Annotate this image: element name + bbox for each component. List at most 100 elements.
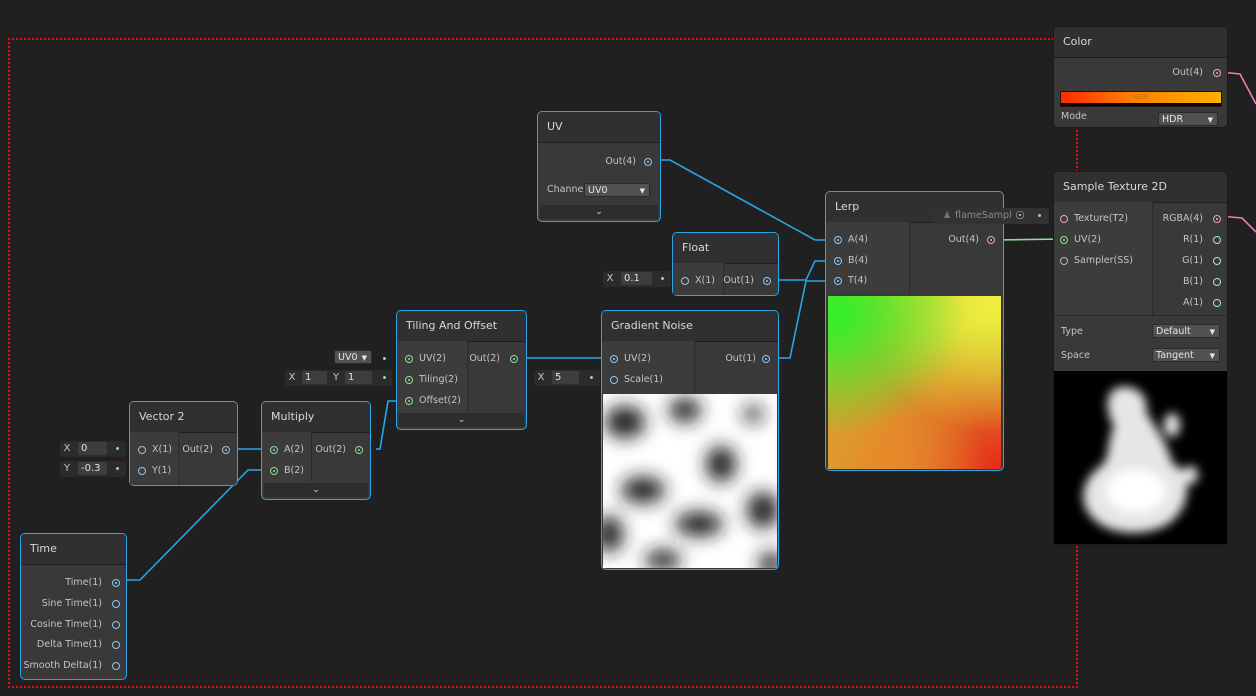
g-output-port[interactable] bbox=[1213, 257, 1221, 265]
noise-scale-field[interactable]: X 5 bbox=[534, 370, 600, 386]
lerp-t-port[interactable] bbox=[834, 277, 842, 285]
texture-input-port[interactable] bbox=[1060, 215, 1068, 223]
sine-time-port[interactable] bbox=[112, 600, 120, 608]
noise-output-label: Out(1) bbox=[725, 353, 756, 364]
chevron-down-icon[interactable]: ⌄ bbox=[399, 413, 524, 427]
tiling-offset-node[interactable]: Tiling And Offset UV(2) Tiling(2) Offset… bbox=[396, 310, 527, 430]
dropdown-arrow-icon: ▼ bbox=[1209, 352, 1215, 360]
tiling-uv-dropdown[interactable]: UV0 ▼ bbox=[334, 350, 372, 364]
noise-output-port[interactable] bbox=[762, 355, 770, 363]
tiling-offset-port[interactable] bbox=[405, 397, 413, 405]
smooth-delta-port[interactable] bbox=[112, 662, 120, 670]
float-x-field[interactable]: X 0.1 bbox=[603, 271, 671, 287]
y-label: Y bbox=[63, 463, 71, 474]
multiply-output-port[interactable] bbox=[355, 446, 363, 454]
vector2-output-port[interactable] bbox=[222, 446, 230, 454]
tiling-output-label: Out(2) bbox=[469, 353, 500, 364]
noise-uv-port[interactable] bbox=[610, 355, 618, 363]
delta-time-label: Delta Time(1) bbox=[36, 639, 102, 650]
lerp-a-port[interactable] bbox=[834, 236, 842, 244]
color-mode-dropdown[interactable]: HDR ▼ bbox=[1158, 112, 1218, 126]
cosine-time-port[interactable] bbox=[112, 621, 120, 629]
connector-dot bbox=[116, 467, 119, 470]
connector-dot bbox=[116, 447, 119, 450]
target-icon[interactable]: ☉ bbox=[1015, 208, 1025, 224]
rgba-output-label: RGBA(4) bbox=[1162, 213, 1203, 224]
float-x-port[interactable] bbox=[681, 277, 689, 285]
tiling-y-label: Y bbox=[332, 372, 340, 383]
connector-dot bbox=[590, 376, 593, 379]
multiply-node[interactable]: Multiply A(2) B(2) Out(2) ⌄ bbox=[261, 401, 371, 500]
float-node[interactable]: Float X(1) Out(1) bbox=[672, 232, 779, 296]
tiling-output-port[interactable] bbox=[510, 355, 518, 363]
lerp-b-port[interactable] bbox=[834, 257, 842, 265]
texture-input-label: Texture(T2) bbox=[1074, 213, 1129, 224]
noise-preview bbox=[603, 394, 777, 568]
dropdown-arrow-icon: ▼ bbox=[1209, 328, 1215, 336]
float-node-title: Float bbox=[673, 233, 778, 264]
vector2-y-field[interactable]: Y -0.3 bbox=[60, 461, 126, 477]
color-mode-label: Mode bbox=[1061, 111, 1087, 122]
lerp-output-port[interactable] bbox=[987, 236, 995, 244]
vector2-x-field[interactable]: X 0 bbox=[60, 441, 126, 457]
delta-time-port[interactable] bbox=[112, 641, 120, 649]
y-value[interactable]: -0.3 bbox=[78, 462, 107, 475]
float-output-port[interactable] bbox=[763, 277, 771, 285]
r-output-port[interactable] bbox=[1213, 236, 1221, 244]
texture-field-value: flameSampl bbox=[955, 210, 1012, 221]
uv-output-port[interactable] bbox=[644, 158, 652, 166]
vector2-y-input-label: Y(1) bbox=[152, 465, 172, 476]
color-node[interactable]: Color Out(4) HDR Mode HDR ▼ bbox=[1053, 26, 1228, 128]
lerp-preview bbox=[828, 296, 1001, 469]
texture-object-field[interactable]: ♟ flameSampl ☉ bbox=[933, 208, 1049, 224]
tiling-uv-port[interactable] bbox=[405, 355, 413, 363]
rgba-output-port[interactable] bbox=[1213, 215, 1221, 223]
multiply-b-port[interactable] bbox=[270, 467, 278, 475]
r-output-label: R(1) bbox=[1182, 234, 1203, 245]
sampler-input-port[interactable] bbox=[1060, 257, 1068, 265]
b-output-label: B(1) bbox=[1183, 276, 1203, 287]
uv-dropdown-value: UV0 bbox=[338, 352, 358, 363]
multiply-a-port[interactable] bbox=[270, 446, 278, 454]
color-node-title: Color bbox=[1054, 27, 1227, 58]
b-output-port[interactable] bbox=[1213, 278, 1221, 286]
multiply-output-label: Out(2) bbox=[315, 444, 346, 455]
color-output-port[interactable] bbox=[1213, 69, 1221, 77]
vector2-node[interactable]: Vector 2 X(1) Y(1) Out(2) bbox=[129, 401, 238, 486]
sample-texture-node[interactable]: Sample Texture 2D Texture(T2) UV(2) Samp… bbox=[1053, 171, 1228, 545]
hdr-color-ramp[interactable]: HDR bbox=[1060, 91, 1222, 107]
color-output-label: Out(4) bbox=[1172, 67, 1203, 78]
tiling-y-value[interactable]: 1 bbox=[345, 371, 372, 384]
lerp-node[interactable]: Lerp A(4) B(4) T(4) Out(4) bbox=[825, 191, 1004, 471]
vector2-y-port[interactable] bbox=[138, 467, 146, 475]
uv-channel-dropdown[interactable]: UV0 ▼ bbox=[584, 183, 650, 197]
chevron-down-icon[interactable]: ⌄ bbox=[264, 483, 368, 497]
time-node[interactable]: Time Time(1) Sine Time(1) Cosine Time(1)… bbox=[20, 533, 127, 680]
hdr-ramp-label: HDR bbox=[1133, 93, 1149, 101]
tiling-xy-field[interactable]: X 1 Y 1 bbox=[285, 370, 392, 386]
gradient-noise-node[interactable]: Gradient Noise UV(2) Scale(1) Out(1) bbox=[601, 310, 779, 570]
scale-x-label: X bbox=[537, 372, 545, 383]
uv-input-port[interactable] bbox=[1060, 236, 1068, 244]
scale-value[interactable]: 5 bbox=[552, 371, 579, 384]
lerp-b-label: B(4) bbox=[848, 255, 868, 266]
vector2-x-port[interactable] bbox=[138, 446, 146, 454]
space-dropdown[interactable]: Tangent ▼ bbox=[1152, 348, 1220, 362]
smooth-delta-label: Smooth Delta(1) bbox=[23, 660, 102, 671]
float-x-value[interactable]: 0.1 bbox=[621, 272, 652, 285]
noise-scale-port[interactable] bbox=[610, 376, 618, 384]
time-output-port[interactable] bbox=[112, 579, 120, 587]
type-dropdown[interactable]: Default ▼ bbox=[1152, 324, 1220, 338]
lerp-t-label: T(4) bbox=[848, 275, 868, 286]
float-x-label: X bbox=[606, 273, 614, 284]
uv-node[interactable]: UV Out(4) Channel UV0 ▼ ⌄ bbox=[537, 111, 661, 222]
wire-time-to-multiply-b bbox=[118, 469, 272, 581]
x-label: X bbox=[63, 443, 71, 454]
x-value[interactable]: 0 bbox=[78, 442, 107, 455]
tiling-tiling-port[interactable] bbox=[405, 376, 413, 384]
tiling-x-value[interactable]: 1 bbox=[302, 371, 327, 384]
a-output-port[interactable] bbox=[1213, 299, 1221, 307]
tiling-offset-label: Offset(2) bbox=[419, 395, 461, 406]
wire-uv-to-lerp-a bbox=[652, 159, 838, 241]
chevron-down-icon[interactable]: ⌄ bbox=[540, 205, 658, 219]
